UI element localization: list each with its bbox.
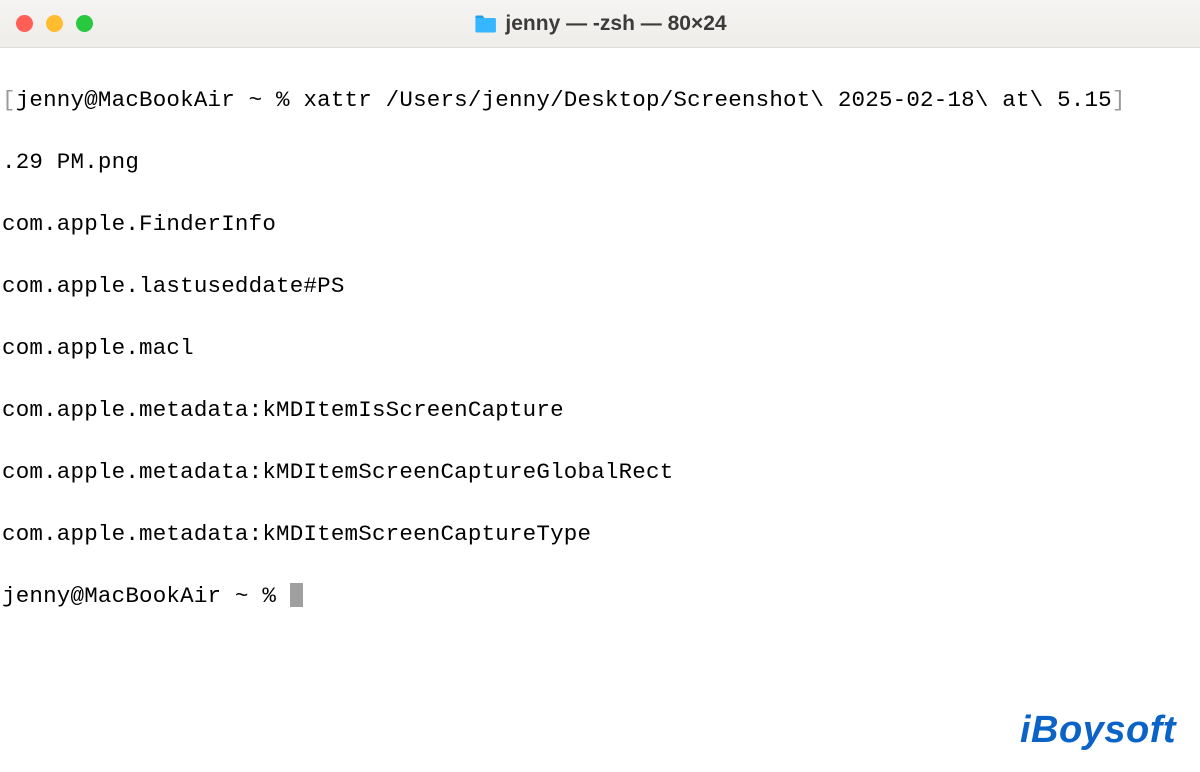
terminal-prompt-line: jenny@MacBookAir ~ % bbox=[2, 581, 1198, 612]
terminal-line-5: com.apple.macl bbox=[2, 333, 1198, 364]
watermark-logo: iBoysoft bbox=[1020, 709, 1176, 752]
cursor bbox=[290, 583, 303, 607]
terminal-line-4: com.apple.lastuseddate#PS bbox=[2, 271, 1198, 302]
terminal-line-2: .29 PM.png bbox=[2, 147, 1198, 178]
terminal-line-3: com.apple.FinderInfo bbox=[2, 209, 1198, 240]
watermark-text: iBoysoft bbox=[1020, 709, 1176, 751]
traffic-lights bbox=[16, 15, 93, 32]
maximize-button[interactable] bbox=[76, 15, 93, 32]
cmd-line-1: jenny@MacBookAir ~ % xattr /Users/jenny/… bbox=[16, 87, 1112, 113]
terminal-line-7: com.apple.metadata:kMDItemScreenCaptureG… bbox=[2, 457, 1198, 488]
close-button[interactable] bbox=[16, 15, 33, 32]
window-title-group: jenny — -zsh — 80×24 bbox=[473, 12, 726, 36]
minimize-button[interactable] bbox=[46, 15, 63, 32]
open-bracket: [ bbox=[2, 87, 16, 113]
folder-icon bbox=[473, 14, 497, 34]
terminal-output[interactable]: [jenny@MacBookAir ~ % xattr /Users/jenny… bbox=[0, 48, 1200, 772]
prompt: jenny@MacBookAir ~ % bbox=[2, 583, 290, 609]
terminal-line-1: [jenny@MacBookAir ~ % xattr /Users/jenny… bbox=[2, 85, 1198, 116]
close-bracket: ] bbox=[1112, 87, 1126, 113]
title-bar: jenny — -zsh — 80×24 bbox=[0, 0, 1200, 48]
terminal-line-8: com.apple.metadata:kMDItemScreenCaptureT… bbox=[2, 519, 1198, 550]
terminal-line-6: com.apple.metadata:kMDItemIsScreenCaptur… bbox=[2, 395, 1198, 426]
window-title: jenny — -zsh — 80×24 bbox=[505, 12, 726, 36]
